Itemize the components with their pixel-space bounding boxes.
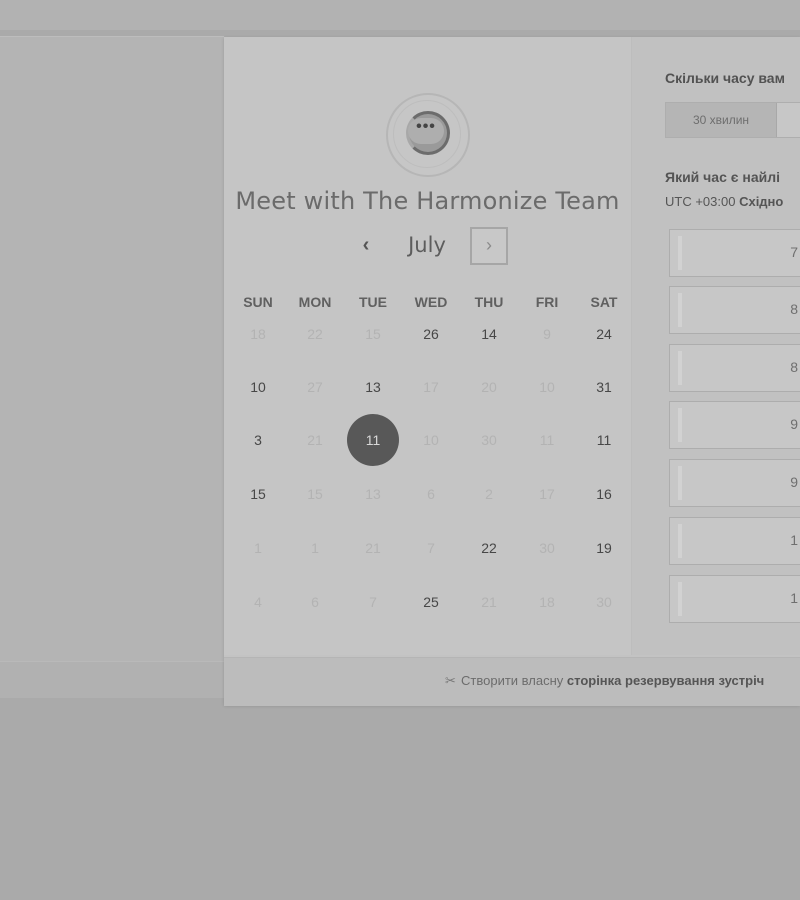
time-slot-button[interactable]: 1 [669,575,800,623]
time-slot-label: 9 [790,474,798,490]
calendar-day: 11 [539,432,555,448]
footer-bar: ✂ Створити власну сторінка резервування з… [224,657,800,706]
time-slot-label: 7 [790,244,798,260]
page-title: Meet with The Harmonize Team [235,187,620,215]
calendar-day: 15 [365,326,381,342]
calendar-day: 21 [365,540,381,556]
calendar-day[interactable]: 24 [577,307,631,361]
calendar-day: 21 [481,594,497,610]
time-slot-button[interactable]: 1 [669,517,800,565]
time-slot-button[interactable]: 7 [669,229,800,277]
time-slot-button[interactable]: 9 [669,401,800,449]
calendar-day: 17 [423,379,439,395]
calendar-day[interactable]: 11 [577,413,631,467]
page-background-left [0,36,224,661]
calendar-day: 10 [539,379,555,395]
meeting-booking-widget: ••• Meet with The Harmonize Team ‹ July … [224,37,800,706]
avatar: ••• [386,93,470,177]
calendar-day: 30 [596,594,612,610]
calendar-day: 4 [254,594,262,610]
calendar-day: 13 [365,486,381,502]
time-selection-panel: Скільки часу вам 30 хвилин Який час є на… [632,37,800,655]
time-slot-label: 1 [790,590,798,606]
calendar-day: 1 [254,540,262,556]
calendar-day: 6 [427,486,435,502]
calendar-day[interactable]: 25 [404,575,458,629]
timezone-offset: UTC +03:00 [665,194,736,209]
time-slot-label: 1 [790,532,798,548]
calendar-day: 18 [539,594,555,610]
time-slot-button[interactable]: 8 [669,286,800,334]
calendar-day[interactable]: 13 [346,360,400,414]
top-strip [0,0,800,30]
calendar-day: 9 [543,326,551,342]
create-booking-page-link[interactable]: ✂ Створити власну сторінка резервування з… [445,673,764,689]
calendar-day[interactable]: 15 [231,467,285,521]
calendar-day: 22 [307,326,323,342]
time-question: Який час є найлі [665,169,781,185]
month-label: July [408,233,446,257]
next-month-button[interactable]: › [470,227,508,265]
calendar-day: 15 [307,486,323,502]
calendar-day[interactable]: 10 [231,360,285,414]
scissors-icon: ✂ [445,673,456,688]
calendar-day[interactable]: 31 [577,360,631,414]
calendar-day: 30 [539,540,555,556]
calendar-day[interactable]: 3 [231,413,285,467]
calendar-day: 2 [485,486,493,502]
calendar-day[interactable]: 16 [577,467,631,521]
timezone-name: Східно [739,194,784,209]
calendar-day: 30 [481,432,497,448]
calendar-day: 7 [427,540,435,556]
calendar-day: 27 [307,379,323,395]
prev-month-button[interactable]: ‹ [352,230,380,260]
page-footer-left [0,661,224,698]
time-slot-button[interactable]: 9 [669,459,800,507]
calendar-day: 6 [311,594,319,610]
duration-option-30[interactable]: 30 хвилин [666,103,777,137]
calendar-day: 21 [307,432,323,448]
duration-tabs: 30 хвилин [665,102,800,138]
calendar-day[interactable]: 19 [577,521,631,575]
footer-text-plain: Створити власну [461,673,564,688]
calendar-day-selected[interactable]: 11 [347,414,399,466]
calendar-day[interactable]: 22 [462,521,516,575]
timezone-selector[interactable]: UTC +03:00 Східно [665,194,783,209]
time-slot-label: 8 [790,359,798,375]
duration-question: Скільки часу вам [665,70,785,86]
calendar-day[interactable]: 14 [462,307,516,361]
time-slot-button[interactable]: 8 [669,344,800,392]
calendar-day: 10 [423,432,439,448]
calendar-day: 20 [481,379,497,395]
footer-text-bold: сторінка резервування зустріч [566,673,765,688]
calendar-day: 7 [369,594,377,610]
calendar-day: 18 [250,326,266,342]
time-slot-label: 9 [790,416,798,432]
ellipsis-icon: ••• [416,118,436,135]
calendar-day: 1 [311,540,319,556]
calendar-day: 17 [539,486,555,502]
calendar-day[interactable]: 26 [404,307,458,361]
calendar-panel: ••• Meet with The Harmonize Team ‹ July … [224,37,632,655]
time-slot-label: 8 [790,301,798,317]
